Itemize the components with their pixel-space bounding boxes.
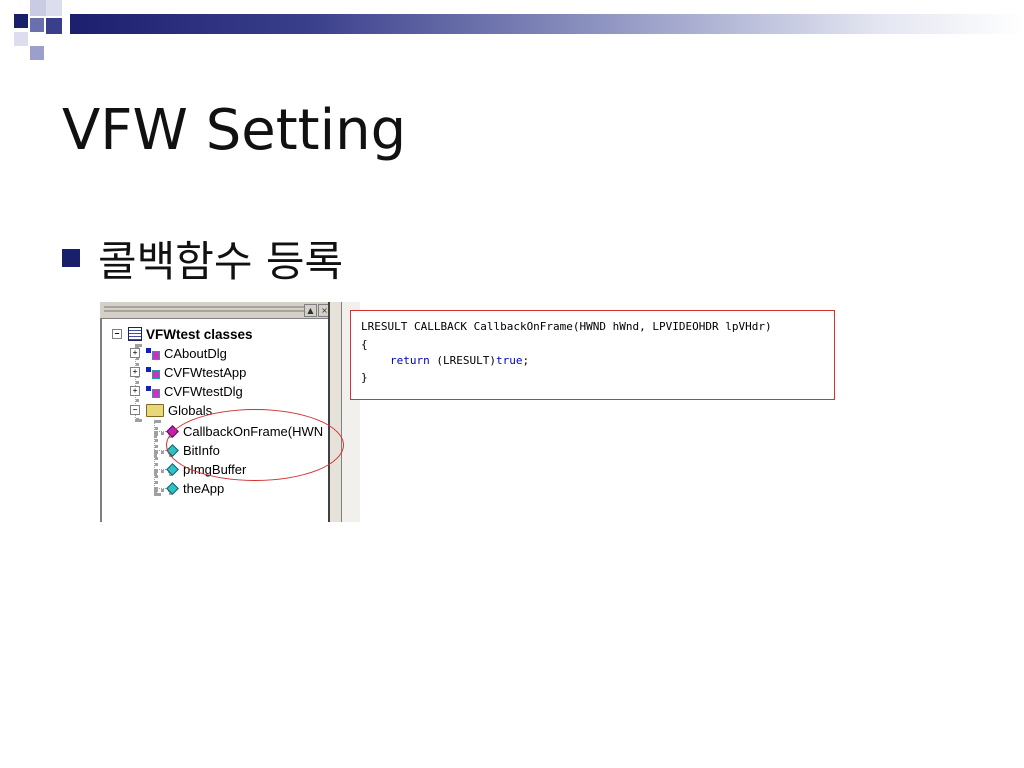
expand-icon[interactable]: + [130, 386, 140, 396]
scroll-up-button[interactable]: ▲ [304, 304, 317, 317]
variable-icon [166, 462, 179, 476]
code-line-signature: LRESULT CALLBACK CallbackOnFrame(HWND hW… [361, 320, 772, 333]
code-line-return: return (LRESULT)true; [390, 352, 529, 370]
decor-square [14, 32, 28, 46]
splitter-bar[interactable] [328, 302, 342, 522]
bullet-square-icon [62, 249, 80, 267]
panel-title-bar: ▲ × [100, 302, 332, 319]
decor-square [30, 18, 44, 32]
expand-icon[interactable]: + [130, 348, 140, 358]
tree-item-label: CVFWtestDlg [164, 383, 243, 399]
class-icon [146, 385, 160, 398]
highlight-ellipse [166, 409, 344, 481]
code-snippet-box: LRESULT CALLBACK CallbackOnFrame(HWND hW… [350, 310, 835, 400]
code-keyword-return: return [390, 354, 430, 367]
decor-square [30, 46, 44, 60]
bullet-item: 콜백함수 등록 [62, 230, 343, 286]
class-icon [146, 366, 160, 379]
collapse-icon[interactable]: − [112, 329, 122, 339]
bullet-text: 콜백함수 등록 [98, 236, 344, 286]
code-semicolon: ; [522, 354, 530, 367]
tree-item-label: CAboutDlg [164, 345, 227, 361]
expand-icon[interactable]: + [130, 367, 140, 377]
tree-item-label: VFWtest classes [146, 326, 253, 342]
tree-item-class[interactable]: + CVFWtestDlg [130, 382, 243, 400]
decor-square [30, 0, 46, 16]
tree-item-class[interactable]: + CVFWtestApp [130, 363, 246, 381]
code-line-open-brace: { [361, 338, 368, 351]
decor-square [46, 0, 62, 16]
panel-border [100, 318, 102, 522]
tree-item-label: theApp [183, 480, 225, 496]
code-cast: (LRESULT) [429, 354, 496, 367]
folder-icon [146, 403, 164, 417]
header-gradient-bar [70, 14, 1024, 34]
collapse-icon[interactable]: − [130, 405, 140, 415]
tree-item-global[interactable]: theApp [166, 479, 224, 497]
slide-title: VFW Setting [62, 98, 407, 163]
tree-root-item[interactable]: − VFWtest classes [112, 325, 253, 343]
grip-line [104, 310, 304, 312]
variable-icon [166, 481, 179, 495]
decor-square [14, 14, 28, 28]
grip-line [104, 306, 304, 308]
class-icon [146, 347, 160, 360]
code-line-close-brace: } [361, 371, 368, 384]
classes-root-icon [128, 327, 142, 341]
tree-item-class[interactable]: + CAboutDlg [130, 344, 227, 362]
tree-item-label: CVFWtestApp [164, 364, 247, 380]
decor-square [46, 18, 62, 34]
code-keyword-true: true [495, 354, 523, 367]
